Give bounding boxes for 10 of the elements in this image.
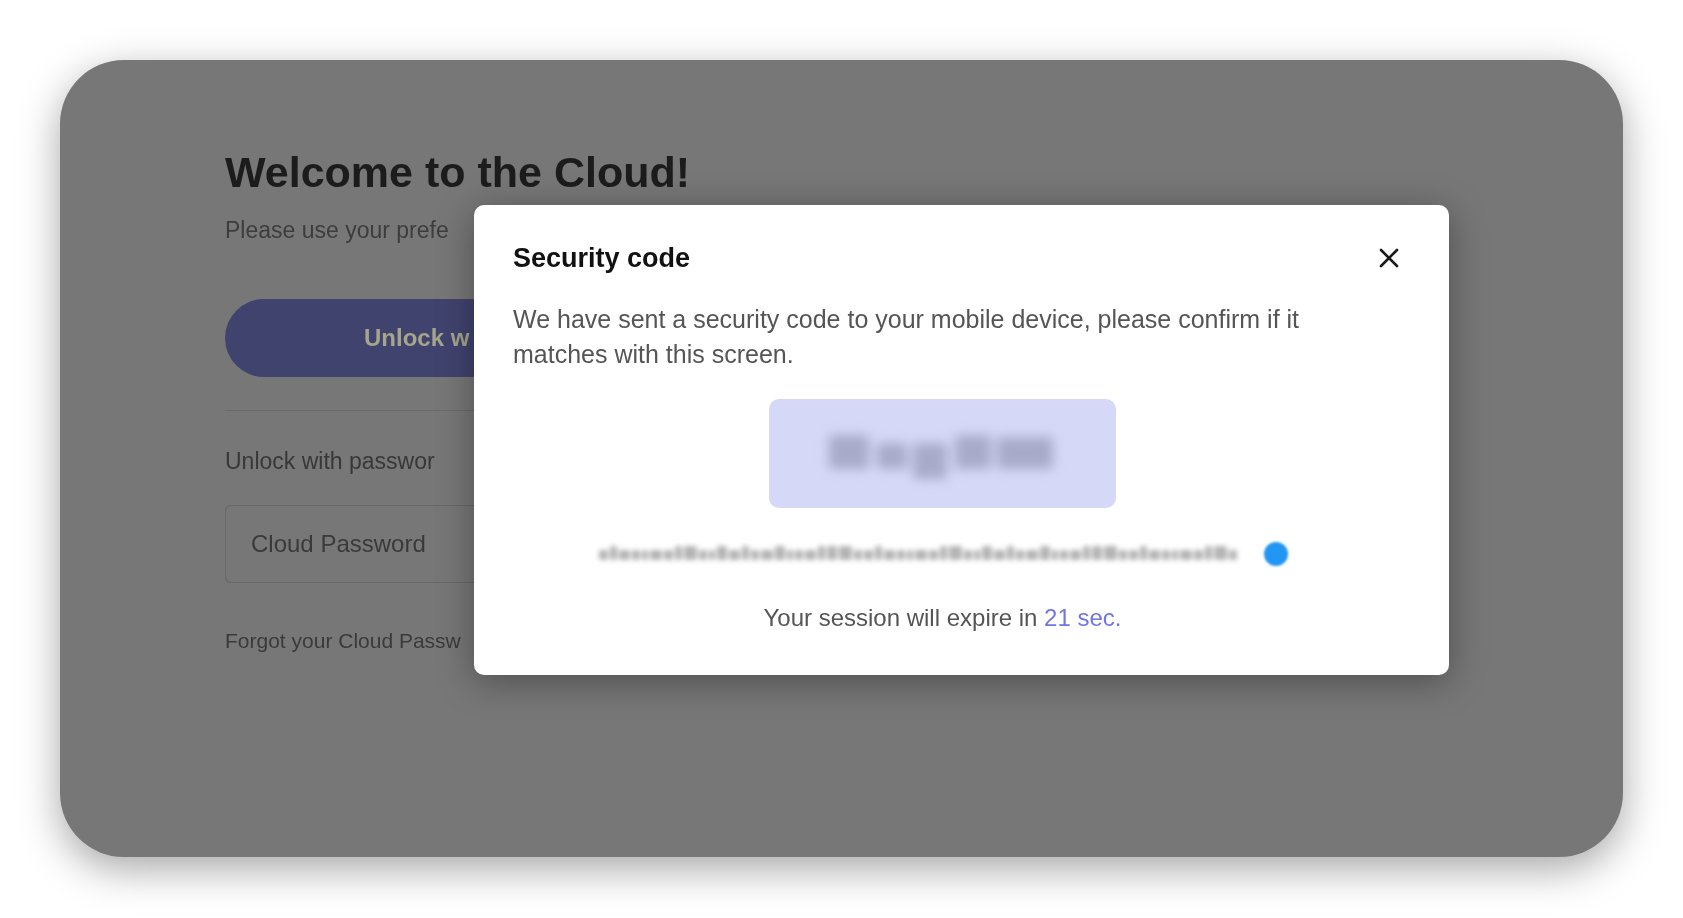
session-expiry-text: Your session will expire in 21 sec. bbox=[763, 603, 1122, 633]
password-field[interactable]: Cloud Password bbox=[225, 505, 474, 583]
subtitle-text: Please use your prefe bbox=[225, 216, 449, 244]
unlock-button[interactable]: Unlock w bbox=[225, 299, 474, 377]
dialog-title: Security code bbox=[513, 242, 691, 275]
welcome-title: Welcome to the Cloud! bbox=[225, 147, 691, 198]
dialog-message: We have sent a security code to your mobile device, please confirm if it matches with this screen. bbox=[513, 304, 1301, 370]
password-section-label: Unlock with passwor bbox=[225, 447, 435, 475]
forgot-password-link[interactable]: Forgot your Cloud Passw bbox=[225, 628, 461, 654]
close-icon bbox=[1379, 248, 1399, 268]
